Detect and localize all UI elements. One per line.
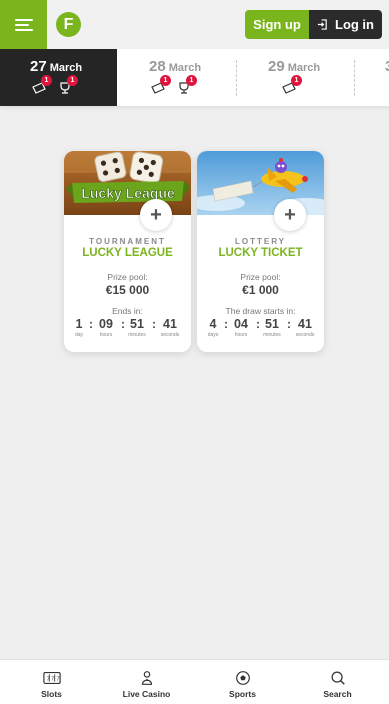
banner-text: Lucky League: [81, 185, 175, 201]
date-day: 27: [30, 58, 47, 75]
lucky-league-banner: Lucky League: [64, 151, 191, 215]
login-button[interactable]: Log in: [309, 10, 382, 39]
date-label: 3: [385, 58, 389, 75]
ticket-count-badge: 1: [186, 75, 197, 86]
bottom-navigation: 7 7 7 Slots Live Casino Sports Search: [0, 659, 389, 704]
nav-item-sports[interactable]: Sports: [194, 660, 291, 704]
add-button[interactable]: +: [140, 199, 172, 231]
timer-unit-days: day: [74, 332, 84, 338]
timer-hours: 09: [99, 317, 113, 331]
timer-unit-minutes: minutes: [263, 332, 281, 338]
nav-item-search[interactable]: Search: [289, 660, 386, 704]
timer-seconds: 41: [298, 317, 312, 331]
lucky-ticket-banner: [197, 151, 324, 215]
ticket-count-badge: 1: [160, 75, 171, 86]
prize-value: €15 000: [105, 283, 150, 297]
countdown-timer: 4 days : 04 hours : 51 minutes : 41 seco…: [197, 317, 324, 341]
date-month: March: [168, 62, 202, 74]
svg-text:7: 7: [51, 677, 54, 683]
card-type: TOURNAMENT: [89, 237, 166, 246]
menu-button[interactable]: [0, 0, 47, 49]
countdown-timer: 1 day : 09 hours : 51 minutes : 41 secon…: [64, 317, 191, 341]
svg-text:7: 7: [56, 677, 59, 683]
date-month: March: [287, 62, 321, 74]
timer-days: 1: [75, 317, 83, 331]
timer-unit-seconds: seconds: [160, 332, 180, 338]
brand-logo[interactable]: F: [56, 12, 81, 37]
football-icon: [235, 671, 250, 685]
timer-separator: :: [224, 317, 228, 331]
timer-separator: :: [256, 317, 260, 331]
timer-unit-seconds: seconds: [295, 332, 315, 338]
timer-separator: :: [121, 317, 125, 331]
tournament-card[interactable]: Lucky League + TOURNAMENT LUCKY LEAGUE P…: [64, 151, 191, 352]
ticket-count-badge: 1: [291, 75, 302, 86]
timer-unit-hours: hours: [234, 332, 248, 338]
date-tab-next[interactable]: 3: [354, 49, 389, 106]
top-header: F Sign up Log in: [0, 0, 389, 49]
nav-label: Search: [323, 689, 352, 699]
timer-separator: :: [89, 317, 93, 331]
date-tab-28[interactable]: 28 March 1 1: [117, 49, 236, 106]
timer-separator: :: [287, 317, 291, 331]
lottery-card[interactable]: + LOTTERY LUCKY TICKET Prize pool: €1 00…: [197, 151, 324, 352]
timer-label: Ends in:: [112, 306, 143, 316]
prize-label: Prize pool:: [107, 272, 148, 282]
date-label: 29 March: [268, 58, 320, 75]
date-day: 28: [149, 58, 166, 75]
login-icon: [317, 19, 327, 30]
timer-label: The draw starts in:: [225, 306, 296, 316]
date-label: 27 March: [30, 58, 82, 75]
card-title: LUCKY LEAGUE: [82, 247, 173, 259]
card-type: LOTTERY: [234, 237, 287, 246]
date-month: March: [49, 62, 83, 74]
timer-minutes: 51: [130, 317, 144, 331]
timer-separator: :: [152, 317, 156, 331]
date-day: 29: [268, 58, 285, 75]
add-button[interactable]: +: [274, 199, 306, 231]
login-label: Log in: [335, 17, 374, 32]
trophy-count-badge: 1: [67, 75, 78, 86]
nav-label: Live Casino: [122, 689, 171, 699]
timer-unit-days: days: [207, 332, 219, 338]
slot-machine-icon: 7 7 7: [42, 672, 61, 684]
nav-label: Sports: [229, 689, 256, 699]
date-label: 28 March: [149, 58, 201, 75]
dealer-icon: [141, 671, 152, 685]
prize-label: Prize pool:: [240, 272, 281, 282]
nav-label: Slots: [41, 689, 62, 699]
date-tab-29[interactable]: 29 March 1: [236, 49, 354, 106]
search-icon: [331, 671, 345, 685]
timer-hours: 04: [234, 317, 248, 331]
nav-item-slots[interactable]: 7 7 7 Slots: [3, 660, 100, 704]
nav-item-live-casino[interactable]: Live Casino: [98, 660, 195, 704]
svg-text:7: 7: [46, 677, 49, 683]
ticket-count-badge: 1: [41, 75, 52, 86]
date-tab-27[interactable]: 27 March 1 1: [0, 49, 117, 106]
signup-button[interactable]: Sign up: [245, 10, 309, 39]
card-title: LUCKY TICKET: [218, 247, 303, 259]
date-selector: 27 March 1 1 28 March 1 1 29 March 1: [0, 49, 389, 106]
timer-unit-minutes: minutes: [128, 332, 146, 338]
timer-unit-hours: hours: [99, 332, 113, 338]
date-day: 3: [385, 58, 389, 75]
timer-minutes: 51: [265, 317, 279, 331]
timer-seconds: 41: [163, 317, 177, 331]
prize-value: €1 000: [242, 283, 279, 297]
timer-days: 4: [209, 317, 217, 331]
hamburger-icon: [14, 18, 33, 31]
